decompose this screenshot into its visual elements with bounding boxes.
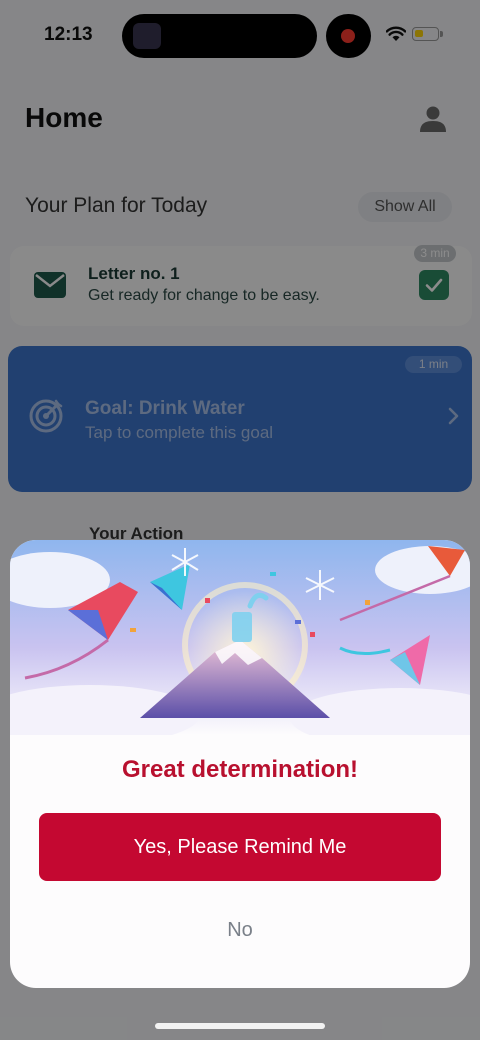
reminder-sheet: Great determination! Yes, Please Remind … <box>10 540 470 988</box>
yes-remind-me-button[interactable]: Yes, Please Remind Me <box>39 813 441 881</box>
no-button[interactable]: No <box>190 912 290 948</box>
home-screen: 12:13 Home Your Plan for Today Show All … <box>0 0 480 1040</box>
celebration-kites-mountain-illustration <box>10 540 470 735</box>
sheet-heading: Great determination! <box>121 756 359 783</box>
home-indicator[interactable] <box>155 1023 325 1029</box>
